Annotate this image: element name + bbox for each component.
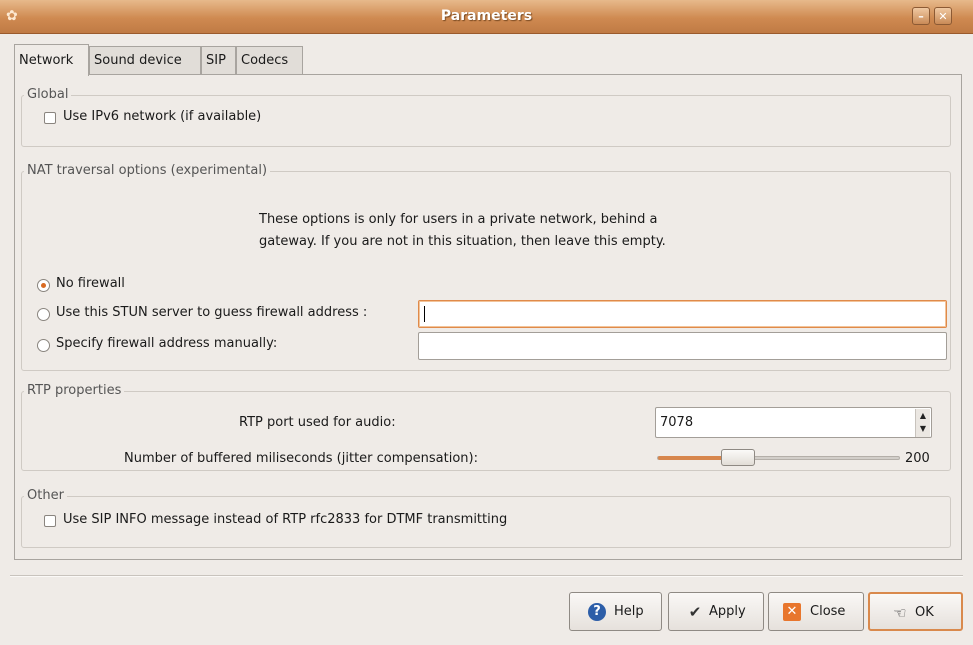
help-icon: ? — [588, 603, 606, 621]
nat-info-line1: These options is only for users in a pri… — [259, 212, 658, 227]
manual-firewall-radio[interactable] — [37, 339, 50, 352]
rtp-port-spinbutton[interactable]: 7078 ▲ ▼ — [655, 407, 932, 438]
title-bar: ✿ Parameters – ✕ — [0, 0, 973, 34]
window-title: Parameters — [440, 8, 533, 24]
minimize-icon[interactable]: – — [912, 7, 930, 25]
stun-server-input[interactable] — [418, 300, 947, 328]
close-button-label: Close — [810, 604, 846, 619]
network-tab-page: Global Use IPv6 network (if available) N… — [14, 74, 962, 560]
spin-arrows-icon[interactable]: ▲ ▼ — [915, 409, 930, 437]
apply-button[interactable]: ✔ Apply — [668, 592, 764, 631]
checkmark-icon: ✔ — [688, 603, 702, 621]
ipv6-label: Use IPv6 network (if available) — [63, 109, 262, 124]
sip-info-checkbox[interactable] — [44, 515, 56, 527]
jitter-value: 200 — [905, 451, 930, 466]
tab-sound-device[interactable]: Sound device — [89, 46, 201, 75]
stun-server-radio[interactable] — [37, 308, 50, 321]
tab-sip[interactable]: SIP — [201, 46, 236, 75]
ok-button[interactable]: ☜ OK — [868, 592, 963, 631]
no-firewall-label: No firewall — [56, 276, 125, 291]
no-firewall-radio[interactable] — [37, 279, 50, 292]
ipv6-checkbox[interactable] — [44, 112, 56, 124]
help-button[interactable]: ? Help — [569, 592, 662, 631]
ok-icon: ☜ — [893, 604, 907, 622]
rtp-port-value: 7078 — [660, 415, 694, 430]
jitter-slider-fill — [658, 456, 728, 460]
nat-frame-label: NAT traversal options (experimental) — [24, 163, 271, 178]
manual-firewall-input[interactable] — [418, 332, 947, 360]
text-cursor — [424, 306, 425, 322]
global-frame-label: Global — [24, 87, 72, 102]
jitter-label: Number of buffered miliseconds (jitter c… — [124, 451, 478, 466]
close-button[interactable]: ✕ Close — [768, 592, 864, 631]
other-frame-label: Other — [24, 488, 67, 503]
close-icon[interactable]: ✕ — [934, 7, 952, 25]
jitter-slider-handle[interactable] — [721, 449, 755, 466]
apply-button-label: Apply — [709, 604, 746, 619]
tab-network[interactable]: Network — [14, 44, 89, 76]
rtp-port-label: RTP port used for audio: — [239, 415, 396, 430]
stun-server-label: Use this STUN server to guess firewall a… — [56, 305, 368, 320]
separator — [10, 575, 963, 577]
close-x-icon: ✕ — [783, 603, 801, 621]
tab-codecs[interactable]: Codecs — [236, 46, 303, 75]
help-button-label: Help — [614, 604, 644, 619]
sip-info-label: Use SIP INFO message instead of RTP rfc2… — [63, 512, 508, 527]
nat-info-line2: gateway. If you are not in this situatio… — [259, 234, 666, 249]
jitter-slider-track[interactable] — [657, 456, 900, 460]
ok-button-label: OK — [915, 605, 934, 620]
rtp-frame-label: RTP properties — [24, 383, 125, 398]
manual-firewall-label: Specify firewall address manually: — [56, 336, 278, 351]
